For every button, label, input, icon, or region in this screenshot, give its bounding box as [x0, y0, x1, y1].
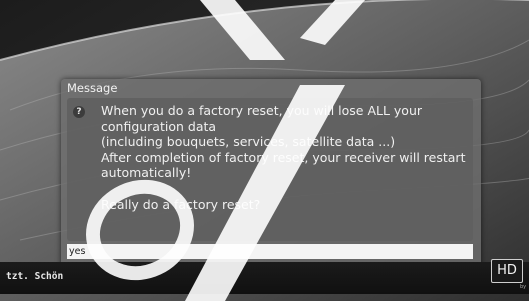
message-line: automatically! — [101, 165, 192, 180]
message-line: (including bouquets, services, satellite… — [101, 134, 396, 149]
choice-yes[interactable]: yes — [67, 244, 473, 259]
message-line: configuration data — [101, 118, 217, 134]
news-ticker: tzt. Schön — [0, 262, 529, 294]
message-line: After completion of factory reset, your … — [101, 149, 466, 165]
ticker-text: tzt. Schön — [6, 271, 64, 282]
question-icon: ? — [73, 106, 85, 118]
message-dialog: Message ? When you do a factory reset, y… — [61, 79, 481, 283]
dialog-title: Message — [67, 81, 118, 95]
hd-badge-sublabel: by — [520, 284, 527, 290]
confirmation-question: Really do a factory reset? — [101, 196, 261, 212]
hd-badge: HD — [491, 259, 523, 283]
dialog-message-area: ? When you do a factory reset, you will … — [67, 98, 473, 241]
dialog-message: When you do a factory reset, you will lo… — [101, 103, 469, 212]
message-line: When you do a factory reset, you will lo… — [101, 103, 423, 118]
